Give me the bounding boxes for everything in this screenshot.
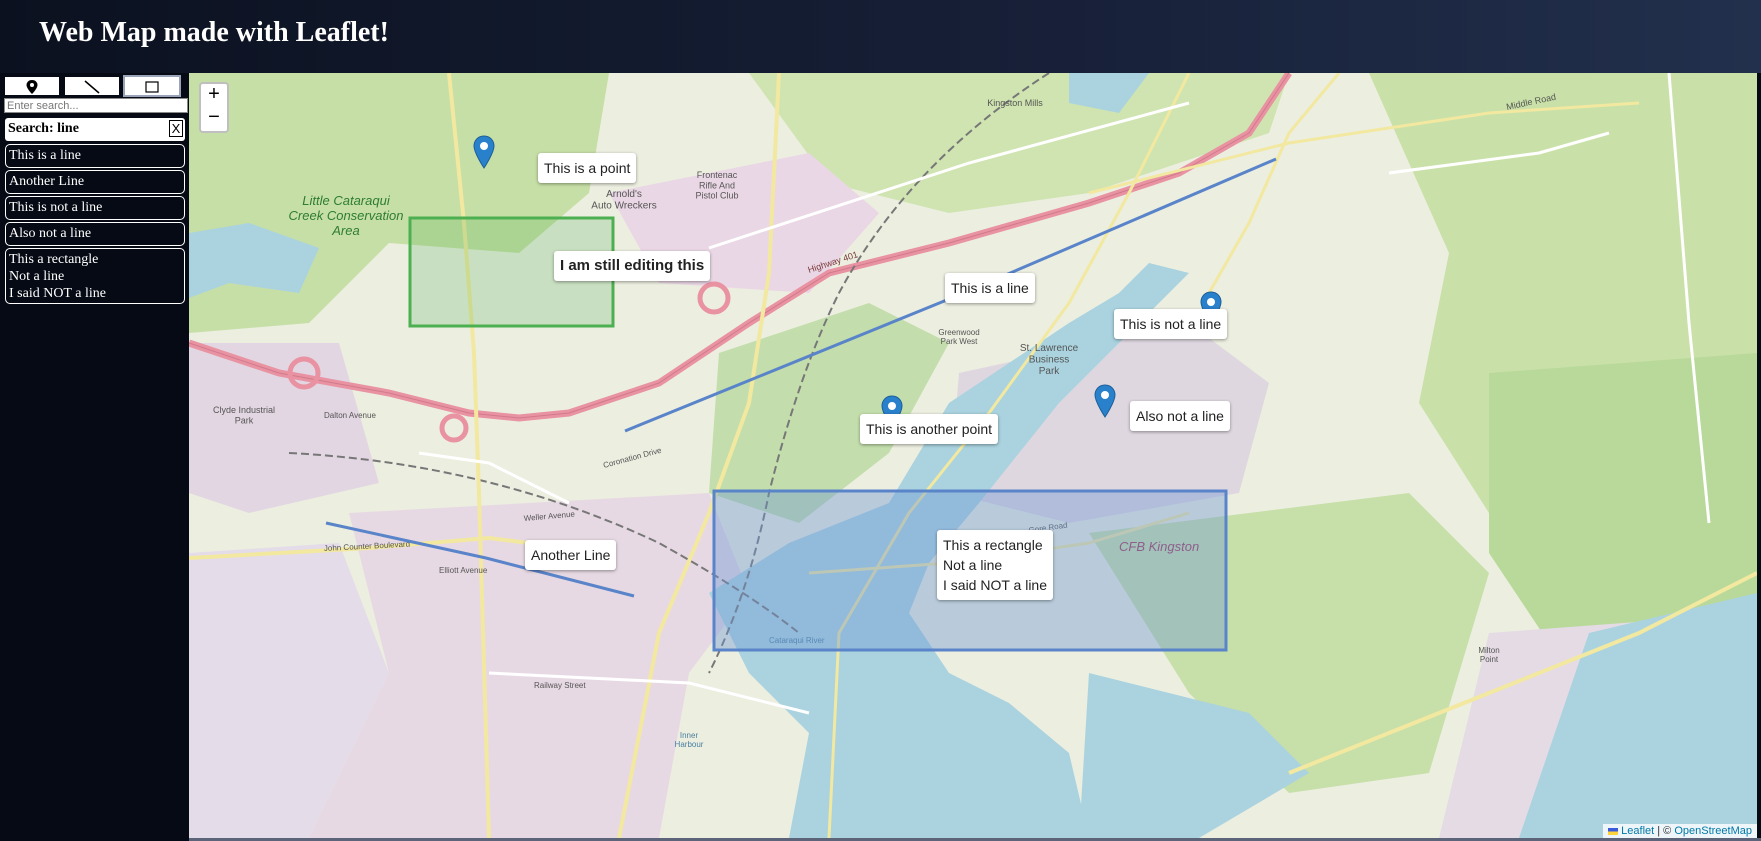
tooltip-also-not-line: Also not a line: [1130, 401, 1230, 431]
app-header: Web Map made with Leaflet!: [0, 0, 1761, 73]
dalton-label: Dalton Avenue: [324, 411, 376, 420]
result-item[interactable]: This is a line: [5, 144, 185, 168]
map-tiles: Little Cataraqui Creek Conservation Area A…: [189, 73, 1757, 838]
tooltip-not-line: This is not a line: [1114, 309, 1228, 339]
leaflet-link[interactable]: Leaflet: [1621, 825, 1654, 837]
result-item[interactable]: This is not a line: [5, 196, 185, 220]
frontenac-label: Frontenac Rifle And Pistol Club: [695, 170, 738, 201]
search-status-label: Search: line: [8, 121, 79, 136]
milton-label: Milton Point: [1478, 646, 1499, 664]
attribution-separator: | ©: [1654, 825, 1675, 837]
tooltip-editing: I am still editing this: [554, 251, 711, 281]
draw-marker-button[interactable]: [3, 75, 61, 97]
tooltip-another-line: Another Line: [525, 540, 617, 570]
tooltip-rectangle: This a rectangle Not a line I said NOT a…: [937, 530, 1054, 600]
tooltip-another-point: This is another point: [860, 414, 999, 444]
map-marker-icon[interactable]: [473, 135, 495, 169]
search-status: Search: line X: [5, 118, 185, 141]
result-item[interactable]: Another Line: [5, 170, 185, 194]
line-icon: [84, 80, 100, 94]
search-input[interactable]: [4, 98, 188, 113]
tooltip-point: This is a point: [538, 153, 637, 183]
railway-label: Railway Street: [534, 681, 586, 690]
draw-line-button[interactable]: [63, 75, 121, 97]
sidebar: Search: line X This is a line Another Li…: [0, 73, 189, 841]
kingston-mills-label: Kingston Mills: [987, 98, 1043, 108]
draw-rectangle-button[interactable]: [123, 75, 181, 97]
map-attribution: Leaflet | © OpenStreetMap: [1603, 824, 1757, 838]
greenwood-label: Greenwood Park West: [938, 328, 979, 346]
elliott-label: Elliott Avenue: [439, 566, 488, 575]
map-marker-icon[interactable]: [1094, 384, 1116, 418]
page-title: Web Map made with Leaflet!: [39, 17, 389, 48]
flag-icon: [1608, 827, 1619, 835]
result-item[interactable]: Also not a line: [5, 222, 185, 246]
marker-icon: [26, 80, 38, 94]
zoom-out-button[interactable]: −: [199, 107, 229, 133]
clear-search-button[interactable]: X: [169, 120, 183, 137]
rectangle-icon: [145, 80, 159, 93]
result-item[interactable]: This a rectangle Not a line I said NOT a…: [5, 248, 185, 304]
osm-link[interactable]: OpenStreetMap: [1674, 825, 1752, 837]
zoom-in-button[interactable]: +: [199, 82, 229, 108]
map-container[interactable]: Little Cataraqui Creek Conservation Area A…: [189, 73, 1757, 838]
tooltip-line: This is a line: [945, 273, 1035, 303]
